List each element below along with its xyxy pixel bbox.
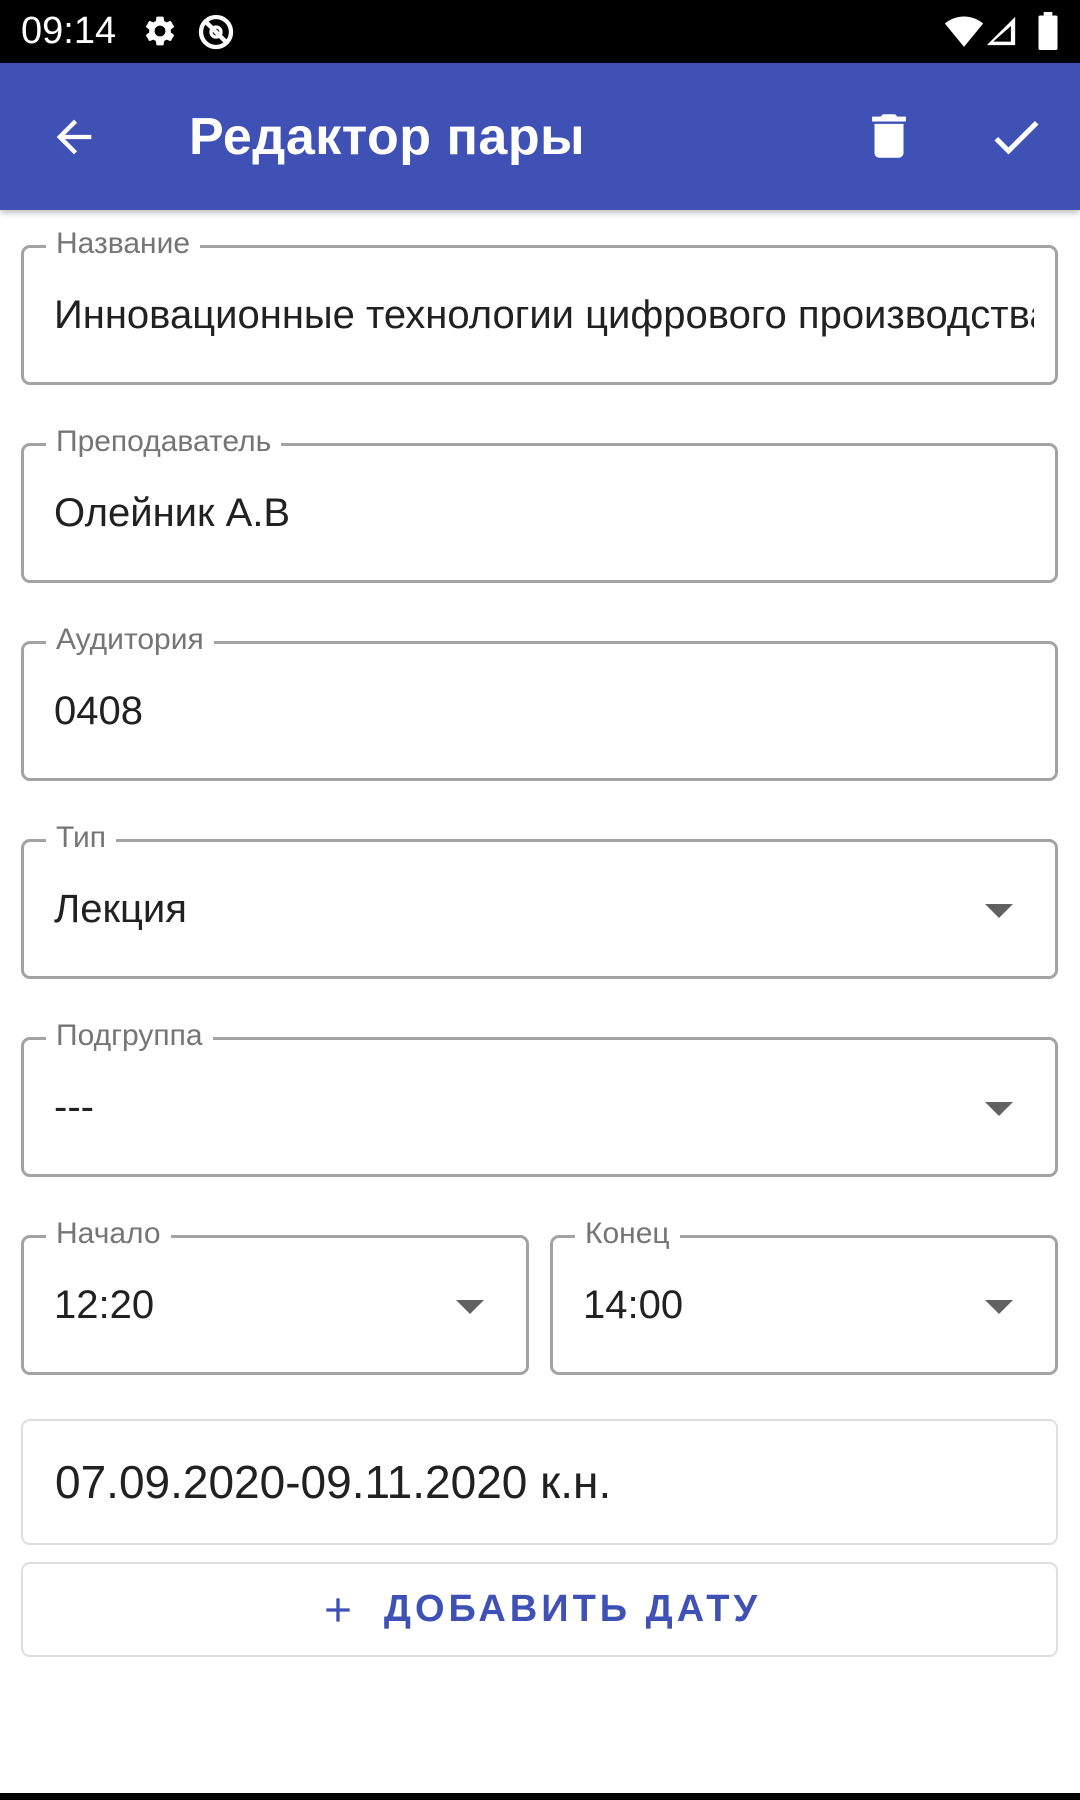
end-time-dropdown[interactable]: Конец 14:00 xyxy=(550,1216,1058,1375)
status-bar: 09:14 xyxy=(0,0,1080,63)
app-bar: Редактор пары xyxy=(0,63,1080,210)
chevron-down-icon xyxy=(985,904,1013,918)
date-range-item[interactable]: 07.09.2020-09.11.2020 к.н. xyxy=(21,1419,1058,1545)
navigation-bar xyxy=(0,1793,1080,1800)
start-time-dropdown[interactable]: Начало 12:20 xyxy=(21,1216,529,1375)
battery-icon xyxy=(1037,12,1059,55)
end-time-value: 14:00 xyxy=(583,1282,684,1327)
page-title: Редактор пары xyxy=(189,108,586,166)
add-date-button[interactable]: ДОБАВИТЬ ДАТУ xyxy=(21,1562,1058,1657)
chevron-down-icon xyxy=(985,1102,1013,1116)
teacher-field-value: Олейник А.В xyxy=(54,490,291,535)
type-dropdown[interactable]: Тип Лекция xyxy=(21,820,1058,979)
plus-icon xyxy=(318,1590,358,1630)
confirm-button[interactable] xyxy=(986,107,1046,167)
back-button[interactable] xyxy=(48,111,100,163)
type-dropdown-value: Лекция xyxy=(54,886,187,931)
name-field-value: Инновационные технологии цифрового произ… xyxy=(54,292,1034,337)
subgroup-dropdown[interactable]: Подгруппа --- xyxy=(21,1018,1058,1177)
chevron-down-icon xyxy=(456,1300,484,1314)
chevron-down-icon xyxy=(985,1300,1013,1314)
wifi-icon xyxy=(944,14,984,53)
start-time-value: 12:20 xyxy=(54,1282,155,1327)
subgroup-dropdown-value: --- xyxy=(54,1084,94,1129)
trash-icon xyxy=(872,114,906,158)
delete-button[interactable] xyxy=(860,107,918,165)
date-range-text: 07.09.2020-09.11.2020 к.н. xyxy=(55,1456,612,1508)
teacher-field[interactable]: Преподаватель Олейник А.В xyxy=(21,424,1058,583)
signal-icon xyxy=(984,14,1018,53)
do-not-disturb-icon xyxy=(196,12,236,57)
arrow-left-icon xyxy=(56,119,92,155)
room-field[interactable]: Аудитория 0408 xyxy=(21,622,1058,781)
check-icon xyxy=(994,120,1039,155)
name-field[interactable]: Название Инновационные технологии цифров… xyxy=(21,226,1058,385)
gear-icon xyxy=(142,13,178,54)
add-date-label: ДОБАВИТЬ ДАТУ xyxy=(383,1588,762,1630)
room-field-value: 0408 xyxy=(54,688,143,733)
status-time: 09:14 xyxy=(21,10,117,52)
